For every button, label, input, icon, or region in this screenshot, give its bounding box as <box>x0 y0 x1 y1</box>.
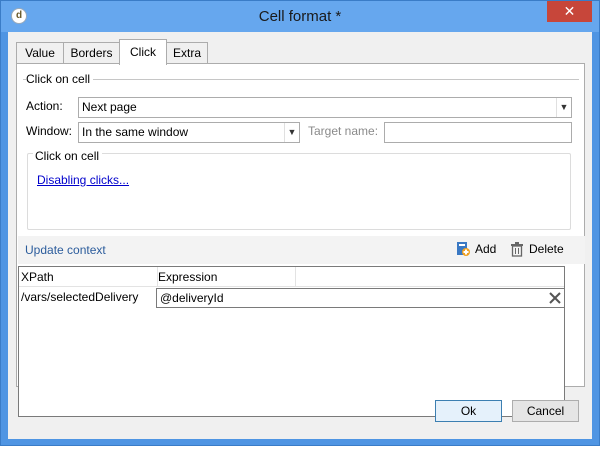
target-name-input[interactable] <box>384 122 572 143</box>
tab-extra[interactable]: Extra <box>166 42 208 64</box>
target-name-label: Target name: <box>308 124 379 138</box>
delete-button[interactable]: Delete <box>529 242 564 256</box>
window-select-value: In the same window <box>82 125 189 139</box>
ok-button[interactable]: Ok <box>435 400 502 422</box>
update-context-title: Update context <box>25 243 106 257</box>
dialog-body: Value Borders Click Extra Click on cell … <box>8 32 592 439</box>
add-button[interactable]: Add <box>475 242 496 256</box>
cancel-button[interactable]: Cancel <box>512 400 579 422</box>
table-row[interactable]: /vars/selectedDelivery @deliveryId <box>19 288 565 308</box>
click-tab-panel: Click on cell Action: Next page ▼ Window… <box>16 63 585 417</box>
close-icon[interactable] <box>548 291 562 305</box>
context-grid: XPath Expression /vars/selectedDelivery … <box>18 266 565 417</box>
expression-cell-value: @deliveryId <box>160 291 224 305</box>
section-title-click-on-cell: Click on cell <box>26 72 94 86</box>
column-header-expression[interactable]: Expression <box>158 270 217 284</box>
action-select[interactable]: Next page ▼ <box>78 97 572 118</box>
tab-click[interactable]: Click <box>119 39 167 65</box>
disabling-clicks-link[interactable]: Disabling clicks... <box>37 173 129 187</box>
dialog-window: d Cell format * ✕ Value Borders Click Ex… <box>0 0 600 446</box>
section-divider <box>23 79 579 80</box>
update-context-toolbar: Update context Add Delete <box>18 236 585 264</box>
action-label: Action: <box>26 99 63 113</box>
tab-value[interactable]: Value <box>16 42 64 64</box>
trash-icon[interactable] <box>509 241 525 257</box>
tab-borders[interactable]: Borders <box>63 42 120 64</box>
xpath-cell[interactable]: /vars/selectedDelivery <box>21 288 138 308</box>
action-select-value: Next page <box>82 100 137 114</box>
dialog-title: Cell format * <box>258 8 342 25</box>
grid-header: XPath Expression <box>19 267 564 287</box>
column-header-xpath[interactable]: XPath <box>21 270 54 284</box>
click-on-cell-group <box>27 153 571 230</box>
chevron-down-icon[interactable]: ▼ <box>556 98 571 117</box>
window-select[interactable]: In the same window ▼ <box>78 122 300 143</box>
window-label: Window: <box>26 124 73 138</box>
column-separator <box>295 267 296 287</box>
expression-cell-input[interactable]: @deliveryId <box>156 288 565 308</box>
group-title-click-on-cell: Click on cell <box>33 149 103 163</box>
close-button[interactable]: ✕ <box>547 1 592 22</box>
add-icon[interactable] <box>455 241 471 257</box>
chevron-down-icon[interactable]: ▼ <box>284 123 299 142</box>
title-bar[interactable]: d Cell format * ✕ <box>1 1 599 32</box>
